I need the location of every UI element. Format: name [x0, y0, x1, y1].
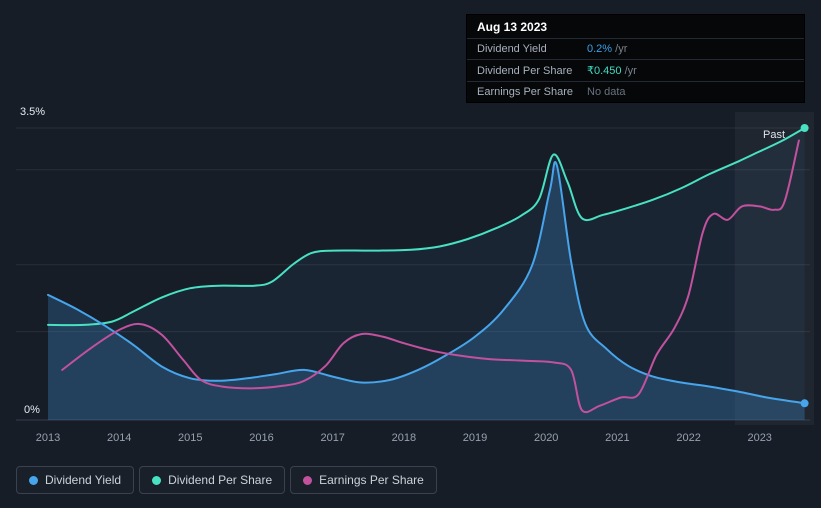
dividend-yield-dot-icon	[29, 476, 38, 485]
tooltip-label: Dividend Yield	[477, 43, 587, 55]
svg-text:2017: 2017	[320, 432, 344, 444]
tooltip-row-dividend-yield: Dividend Yield 0.2% /yr	[467, 38, 804, 59]
legend-item-earnings-per-share[interactable]: Earnings Per Share	[290, 466, 437, 494]
svg-text:2022: 2022	[676, 432, 700, 444]
dividend-per-share-dot-icon	[152, 476, 161, 485]
earnings-per-share-dot-icon	[303, 476, 312, 485]
svg-text:2014: 2014	[107, 432, 131, 444]
chart-tooltip: Aug 13 2023 Dividend Yield 0.2% /yr Divi…	[466, 14, 805, 103]
tooltip-value: No data	[587, 86, 626, 98]
tooltip-row-dividend-per-share: Dividend Per Share ₹0.450 /yr	[467, 59, 804, 81]
svg-text:2016: 2016	[249, 432, 273, 444]
tooltip-label: Earnings Per Share	[477, 86, 587, 98]
svg-text:2018: 2018	[392, 432, 416, 444]
legend-label: Earnings Per Share	[319, 473, 424, 487]
tooltip-row-earnings-per-share: Earnings Per Share No data	[467, 81, 804, 102]
legend-item-dividend-per-share[interactable]: Dividend Per Share	[139, 466, 285, 494]
svg-text:2021: 2021	[605, 432, 629, 444]
svg-text:2013: 2013	[36, 432, 60, 444]
svg-text:2020: 2020	[534, 432, 558, 444]
svg-text:2015: 2015	[178, 432, 202, 444]
chart-legend: Dividend Yield Dividend Per Share Earnin…	[16, 466, 437, 494]
past-region-label: Past	[763, 129, 785, 141]
legend-label: Dividend Yield	[45, 473, 121, 487]
legend-label: Dividend Per Share	[168, 473, 272, 487]
tooltip-value: 0.2% /yr	[587, 43, 627, 55]
legend-item-dividend-yield[interactable]: Dividend Yield	[16, 466, 134, 494]
svg-text:2023: 2023	[747, 432, 771, 444]
y-axis-label-min: 0%	[24, 404, 40, 416]
tooltip-date: Aug 13 2023	[467, 15, 804, 38]
tooltip-label: Dividend Per Share	[477, 65, 587, 77]
svg-text:2019: 2019	[463, 432, 487, 444]
dividend-history-chart: 2013 2014 2015 2016 2017 2018 2019 2020 2021 2022…	[0, 0, 821, 508]
tooltip-value: ₹0.450 /yr	[587, 64, 637, 77]
y-axis-label-max: 3.5%	[20, 106, 45, 118]
